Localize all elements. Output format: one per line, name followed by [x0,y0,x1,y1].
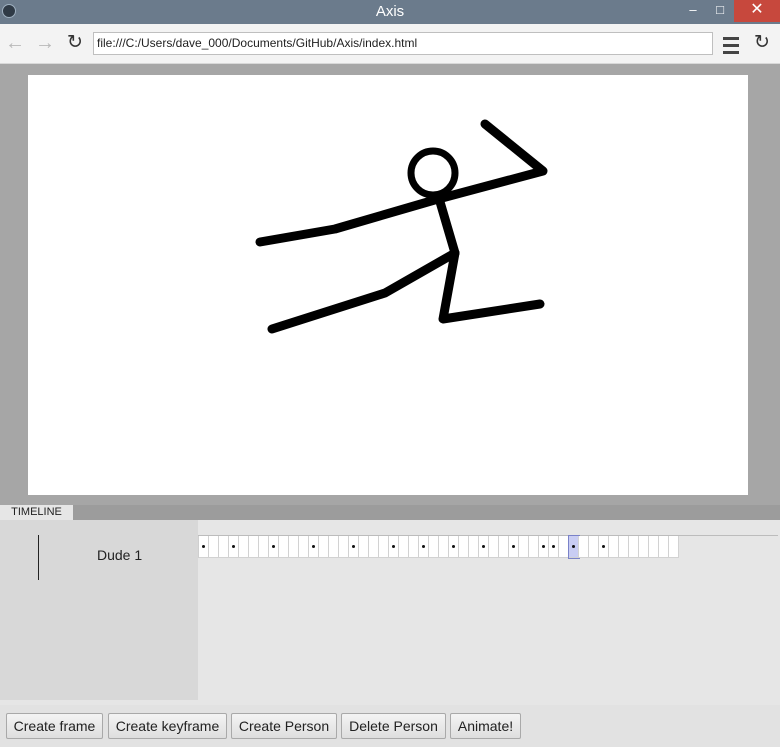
frame-cell[interactable] [559,536,569,558]
frame-cell[interactable] [319,536,329,558]
frame-cell[interactable] [649,536,659,558]
keyframe-cell[interactable] [309,536,319,558]
create-keyframe-button[interactable]: Create keyframe [108,713,227,739]
keyframe-dot-icon [392,545,395,548]
figure-arm-raised [437,119,548,203]
frame-cell[interactable] [359,536,369,558]
animation-canvas[interactable] [28,75,748,495]
forward-arrow-icon[interactable]: → [34,33,56,55]
close-button[interactable]: ✕ [734,0,780,22]
figure-leg-front [438,248,545,324]
frame-cell[interactable] [279,536,289,558]
frame-cell[interactable] [259,536,269,558]
keyframe-cell[interactable] [269,536,279,558]
keyframe-cell[interactable] [349,536,359,558]
keyframe-cell[interactable] [199,536,209,558]
keyframe-cell[interactable] [568,535,580,559]
keyframe-dot-icon [512,545,515,548]
window-title: Axis [375,3,405,20]
frame-cell[interactable] [489,536,499,558]
frame-cell[interactable] [399,536,409,558]
keyframe-dot-icon [272,545,275,548]
frame-cell[interactable] [379,536,389,558]
frame-cell[interactable] [459,536,469,558]
frame-cell[interactable] [589,536,599,558]
keyframe-dot-icon [352,545,355,548]
minimize-button[interactable]: – [680,0,706,22]
keyframe-cell[interactable] [539,536,549,558]
keyframe-cell[interactable] [509,536,519,558]
address-bar[interactable]: file:///C:/Users/dave_000/Documents/GitH… [93,32,713,55]
figure-torso [433,190,460,258]
keyframe-cell[interactable] [449,536,459,558]
keyframe-dot-icon [572,545,575,548]
frame-cell[interactable] [339,536,349,558]
keyframe-cell[interactable] [599,536,609,558]
figure-arm-back [255,194,443,247]
person-name[interactable]: Dude 1 [97,547,142,563]
frame-track [198,535,679,559]
keyframe-cell[interactable] [389,536,399,558]
frame-cell[interactable] [429,536,439,558]
text-cursor [38,535,39,580]
window-titlebar: Axis – □ ✕ [0,0,780,24]
frame-cell[interactable] [609,536,619,558]
person-list: Dude 1 [0,520,198,700]
frame-cell[interactable] [409,536,419,558]
browser-toolbar: ← → ↻ file:///C:/Users/dave_000/Document… [0,24,780,64]
hamburger-menu-icon[interactable] [721,33,741,55]
frame-cell[interactable] [619,536,629,558]
keyframe-cell[interactable] [479,536,489,558]
frame-cell[interactable] [639,536,649,558]
reload-icon[interactable]: ↻ [64,33,86,55]
delete-person-button[interactable]: Delete Person [341,713,446,739]
keyframe-dot-icon [542,545,545,548]
frame-cell[interactable] [249,536,259,558]
create-frame-button[interactable]: Create frame [6,713,103,739]
frame-cell[interactable] [329,536,339,558]
timeline-header-strip [0,505,780,520]
tab-timeline[interactable]: TIMELINE [0,505,73,520]
timeline-panel: Dude 1 [0,520,780,705]
keyframe-cell[interactable] [229,536,239,558]
keyframe-dot-icon [422,545,425,548]
figure-head [407,147,459,199]
frame-cell[interactable] [519,536,529,558]
keyframe-dot-icon [482,545,485,548]
frame-cell[interactable] [289,536,299,558]
keyframe-cell[interactable] [419,536,429,558]
frame-cell[interactable] [209,536,219,558]
maximize-button[interactable]: □ [706,0,734,22]
frame-cell[interactable] [659,536,669,558]
frame-cell[interactable] [439,536,449,558]
keyframe-cell[interactable] [549,536,559,558]
keyframe-dot-icon [202,545,205,548]
keyframe-dot-icon [552,545,555,548]
page-viewport [0,64,780,505]
stick-figure [255,119,548,334]
frame-cell[interactable] [669,536,679,558]
create-person-button[interactable]: Create Person [231,713,337,739]
keyframe-dot-icon [312,545,315,548]
frame-cell[interactable] [299,536,309,558]
frame-cell[interactable] [469,536,479,558]
action-bar: Create frame Create keyframe Create Pers… [0,705,780,747]
refresh-icon[interactable]: ↻ [751,33,773,55]
frame-cell[interactable] [529,536,539,558]
frame-cell[interactable] [579,536,589,558]
frame-cell[interactable] [239,536,249,558]
frame-cell[interactable] [369,536,379,558]
frame-cell[interactable] [499,536,509,558]
back-arrow-icon[interactable]: ← [4,33,26,55]
frame-cell[interactable] [629,536,639,558]
keyframe-dot-icon [602,545,605,548]
frame-cell[interactable] [219,536,229,558]
animate-button[interactable]: Animate! [450,713,521,739]
figure-leg-back [267,248,460,334]
keyframe-dot-icon [232,545,235,548]
keyframe-dot-icon [452,545,455,548]
